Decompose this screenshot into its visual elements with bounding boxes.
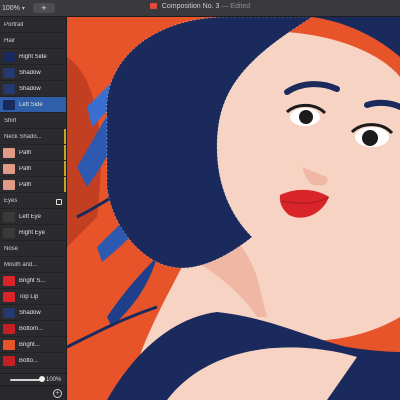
layer-thumbnail bbox=[3, 307, 15, 318]
layer-label: Bottom... bbox=[19, 325, 44, 332]
layer-label: Path bbox=[19, 149, 32, 156]
left-eye bbox=[299, 110, 313, 124]
layer-thumbnail bbox=[3, 211, 15, 222]
layer-label: Shadow bbox=[19, 85, 41, 92]
color-tag bbox=[64, 145, 66, 160]
layer-label: Eyes bbox=[4, 197, 18, 204]
document-title-area: Composition No. 3 — Edited bbox=[0, 3, 400, 10]
layer-label: Mouth and... bbox=[4, 261, 38, 268]
layer-label: Nose bbox=[4, 245, 19, 252]
layer-label: Hair bbox=[4, 37, 16, 44]
opacity-slider[interactable] bbox=[10, 376, 45, 382]
layer-thumbnail bbox=[3, 83, 15, 94]
layer-thumbnail bbox=[3, 355, 15, 366]
layer-label: Right Side bbox=[19, 53, 47, 60]
layer-label: Left Side bbox=[19, 101, 43, 108]
layer-row[interactable]: Left Side bbox=[0, 97, 66, 113]
layer-row[interactable]: Left Eye bbox=[0, 209, 66, 225]
layer-label: Shadow bbox=[19, 69, 41, 76]
layer-label: Top Lip bbox=[19, 293, 39, 300]
layer-row[interactable]: Top Lip bbox=[0, 289, 66, 305]
chevron-down-icon[interactable]: ▾ bbox=[22, 5, 25, 12]
layer-thumbnail bbox=[3, 291, 15, 302]
layers-sidebar: Portrait Hair Right Side Shadow Shadow Left S… bbox=[0, 17, 67, 400]
layer-label: Bright... bbox=[19, 341, 40, 348]
color-tag bbox=[64, 161, 66, 176]
layer-row[interactable]: Path bbox=[0, 177, 66, 193]
color-tag bbox=[64, 129, 66, 144]
layer-thumbnail bbox=[3, 179, 15, 190]
layer-row[interactable]: Shirt bbox=[0, 113, 66, 129]
layer-thumbnail bbox=[3, 275, 15, 286]
layer-row[interactable]: Right Side bbox=[0, 49, 66, 65]
layer-thumbnail bbox=[3, 51, 15, 62]
layer-row[interactable]: Right Eye bbox=[0, 225, 66, 241]
layer-row[interactable]: Eyes bbox=[0, 193, 66, 209]
layer-row[interactable]: Path bbox=[0, 145, 66, 161]
layer-thumbnail bbox=[3, 339, 15, 350]
layer-row[interactable]: Bright... bbox=[0, 337, 66, 353]
add-button[interactable]: + bbox=[32, 3, 55, 13]
lock-icon[interactable] bbox=[56, 199, 62, 205]
layer-label: Botto... bbox=[19, 357, 39, 364]
layer-thumbnail bbox=[3, 147, 15, 158]
layer-label: Bright S... bbox=[19, 277, 46, 284]
layer-row[interactable]: Bottom... bbox=[0, 321, 66, 337]
layer-label: Left Eye bbox=[19, 213, 42, 220]
layer-thumbnail bbox=[3, 99, 15, 110]
layer-row[interactable]: Neck Shado... bbox=[0, 129, 66, 145]
layer-row[interactable]: Shadow bbox=[0, 305, 66, 321]
zoom-value[interactable]: 100% bbox=[2, 5, 20, 12]
layer-thumbnail bbox=[3, 67, 15, 78]
layer-label: Path bbox=[19, 181, 32, 188]
layer-list: Portrait Hair Right Side Shadow Shadow Left S… bbox=[0, 17, 66, 369]
layer-thumbnail bbox=[3, 323, 15, 334]
opacity-slider-knob[interactable] bbox=[39, 376, 45, 382]
canvas[interactable] bbox=[67, 17, 400, 400]
layer-row[interactable]: Hair bbox=[0, 33, 66, 49]
color-tag bbox=[64, 177, 66, 192]
layers-bottom-bar: + bbox=[0, 385, 66, 400]
layer-row[interactable]: Shadow bbox=[0, 65, 66, 81]
add-layer-icon[interactable]: + bbox=[53, 389, 62, 398]
layer-label: Portrait bbox=[4, 21, 24, 28]
layer-row[interactable]: Portrait bbox=[0, 17, 66, 33]
right-eye bbox=[362, 130, 378, 146]
layer-row[interactable]: Path bbox=[0, 161, 66, 177]
layer-row[interactable]: Botto... bbox=[0, 353, 66, 369]
document-title: Composition No. 3 bbox=[161, 3, 220, 10]
layer-row[interactable]: Nose bbox=[0, 241, 66, 257]
layer-thumbnail bbox=[3, 227, 15, 238]
artwork bbox=[67, 17, 400, 400]
document-status: — Edited bbox=[221, 3, 251, 10]
opacity-value: 100% bbox=[46, 377, 62, 383]
layer-row[interactable]: Bright S... bbox=[0, 273, 66, 289]
layer-label: Path bbox=[19, 165, 32, 172]
layer-row[interactable]: Shadow bbox=[0, 81, 66, 97]
document-icon bbox=[149, 3, 157, 10]
layer-row[interactable]: Mouth and... bbox=[0, 257, 66, 273]
layer-thumbnail bbox=[3, 163, 15, 174]
layer-label: Neck Shado... bbox=[4, 133, 42, 140]
layer-label: Shirt bbox=[4, 117, 17, 124]
layer-label: Shadow bbox=[19, 309, 41, 316]
layer-label: Right Eye bbox=[19, 229, 46, 236]
title-bar: 100% ▾ + Composition No. 3 — Edited bbox=[0, 0, 400, 17]
